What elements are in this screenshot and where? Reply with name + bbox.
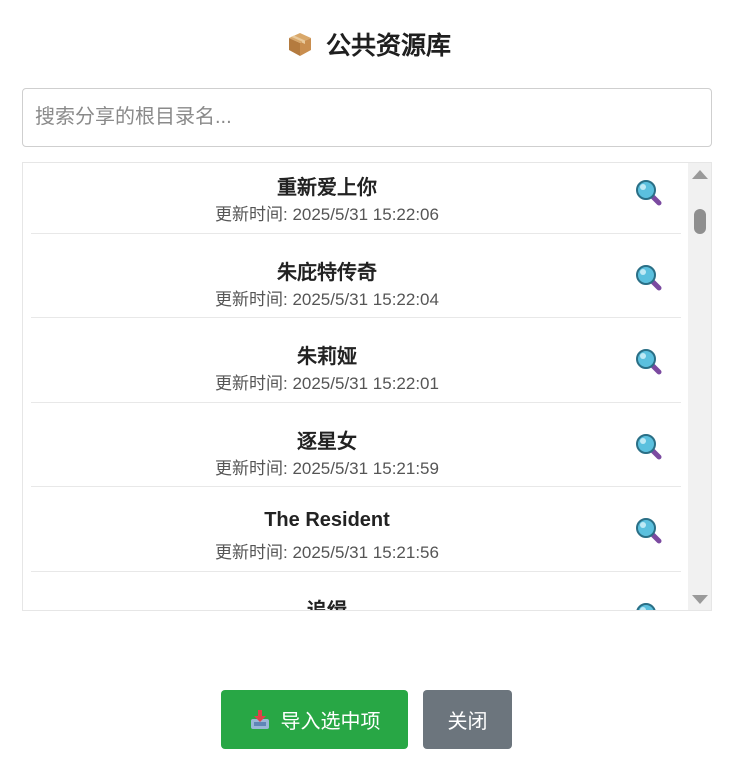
list-scrollbar[interactable] xyxy=(688,163,711,610)
list-item-updated-time: 更新时间: 2025/5/31 15:22:04 xyxy=(215,289,439,309)
magnifier-icon[interactable] xyxy=(635,348,663,376)
list-item-name: The Resident xyxy=(264,509,390,531)
list-item-name: 重新爱上你 xyxy=(277,177,377,199)
magnifier-icon[interactable] xyxy=(635,602,663,610)
scroll-down-arrow-icon[interactable] xyxy=(692,595,708,604)
inbox-tray-icon xyxy=(249,709,271,731)
search-input[interactable] xyxy=(22,88,712,147)
list-item-updated-time: 更新时间: 2025/5/31 15:22:01 xyxy=(215,374,439,393)
dialog-title-bar: 公共资源库 xyxy=(0,26,737,62)
import-selected-label: 导入选中项 xyxy=(280,711,381,733)
import-selected-button[interactable]: 导入选中项 xyxy=(221,690,408,749)
resource-list[interactable]: 重新爱上你 更新时间: 2025/5/31 15:22:06 朱庇特传奇 更新时间: … xyxy=(22,162,712,611)
list-item[interactable]: 朱莉娅更新时间: 2025/5/31 15:22:01 xyxy=(31,318,681,403)
list-item-name: 朱庇特传奇 xyxy=(277,261,377,284)
list-item-name: 朱莉娅 xyxy=(297,346,357,368)
magnifier-icon[interactable] xyxy=(635,179,663,207)
magnifier-icon[interactable] xyxy=(635,517,663,545)
public-resource-dialog: 公共资源库 重新爱上你更新时间: 2025/5/31 15:22:06朱庇特传奇… xyxy=(0,0,737,765)
list-item-updated-time: 更新时间: 2025/5/31 15:22:06 xyxy=(215,205,439,224)
scroll-up-arrow-icon[interactable] xyxy=(692,170,708,179)
list-item[interactable]: The Resident 更新时间: 2025/5/31 15:21:56 xyxy=(31,487,681,572)
magnifier-icon[interactable] xyxy=(635,264,663,292)
package-icon xyxy=(286,30,314,58)
list-item[interactable]: 朱庇特传奇更新时间: 2025/5/31 15:22:04 xyxy=(31,234,681,318)
list-item[interactable]: 逐星女更新时间: 2025/5/31 15:21:59 xyxy=(31,403,681,487)
list-item-name: 追缉 xyxy=(307,599,347,611)
resource-list-content: 重新爱上你 更新时间: 2025/5/31 15:22:06 朱庇特传奇 更新时间: … xyxy=(23,163,689,611)
list-item-updated-time: 更新时间: 2025/5/31 15:21:59 xyxy=(215,458,439,478)
list-item-updated-time: 更新时间: 2025/5/31 15:21:56 xyxy=(215,543,439,562)
dialog-title: 公共资源库 xyxy=(325,32,451,60)
list-item-name: 逐星女 xyxy=(297,430,357,453)
list-item[interactable]: 重新爱上你更新时间: 2025/5/31 15:22:06 xyxy=(31,163,681,234)
close-button[interactable]: 关闭 xyxy=(423,690,512,749)
magnifier-icon[interactable] xyxy=(635,433,663,461)
scrollbar-thumb[interactable] xyxy=(694,209,706,234)
list-item[interactable]: 追缉 xyxy=(31,572,681,611)
